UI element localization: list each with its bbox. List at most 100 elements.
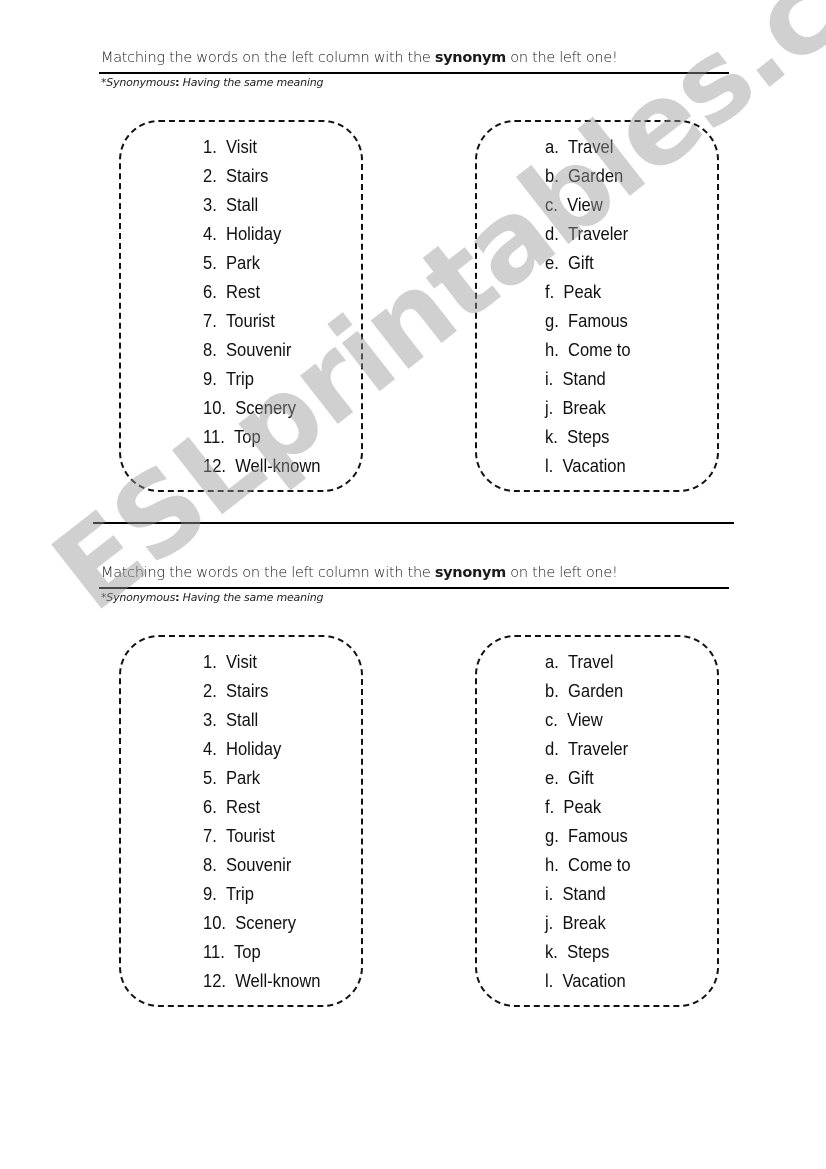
note-term: *Synonymous bbox=[101, 76, 176, 89]
item-number: 7. bbox=[203, 311, 217, 331]
list-item: a. Travel bbox=[545, 135, 631, 164]
item-number: 1. bbox=[203, 652, 217, 672]
item-letter: l. bbox=[545, 971, 554, 991]
worksheet-section-1: Matching the words on the left column wi… bbox=[0, 0, 826, 500]
item-letter: e. bbox=[545, 253, 559, 273]
item-number: 10. bbox=[203, 398, 227, 418]
item-letter: i. bbox=[545, 369, 554, 389]
item-letter: j. bbox=[545, 913, 554, 933]
item-word: Break bbox=[562, 913, 606, 933]
item-word: Traveler bbox=[568, 224, 629, 244]
item-word: Stand bbox=[562, 884, 606, 904]
item-word: Rest bbox=[226, 282, 261, 302]
item-number: 11. bbox=[203, 942, 225, 962]
item-word: Scenery bbox=[235, 913, 296, 933]
list-item: b. Garden bbox=[545, 164, 631, 193]
item-word: Garden bbox=[568, 681, 624, 701]
item-word: Travel bbox=[568, 652, 614, 672]
item-word: Stairs bbox=[226, 166, 269, 186]
list-item: 10. Scenery bbox=[203, 911, 321, 940]
list-item: 12. Well-known bbox=[203, 454, 321, 483]
list-item: 4. Holiday bbox=[203, 222, 321, 251]
item-number: 4. bbox=[203, 739, 217, 759]
item-word: Famous bbox=[568, 826, 628, 846]
list-item: 2. Stairs bbox=[203, 679, 321, 708]
item-word: Break bbox=[562, 398, 606, 418]
worksheet-section-2: Matching the words on the left column wi… bbox=[0, 515, 826, 1015]
item-letter: f. bbox=[545, 282, 555, 302]
item-number: 3. bbox=[203, 195, 217, 215]
item-letter: l. bbox=[545, 456, 554, 476]
item-word: Top bbox=[233, 942, 261, 962]
list-item: 4. Holiday bbox=[203, 737, 321, 766]
list-item: 5. Park bbox=[203, 766, 321, 795]
item-word: Visit bbox=[226, 137, 258, 157]
item-word: Scenery bbox=[235, 398, 296, 418]
item-number: 12. bbox=[203, 971, 227, 991]
list-item: 1. Visit bbox=[203, 650, 321, 679]
instruction-suffix: on the left one! bbox=[505, 565, 618, 581]
worksheet-page: Matching the words on the left column wi… bbox=[0, 0, 826, 1169]
definition-note: *Synonymous: Having the same meaning bbox=[101, 591, 323, 604]
item-word: Stall bbox=[226, 710, 259, 730]
item-letter: c. bbox=[545, 195, 558, 215]
item-letter: g. bbox=[545, 826, 559, 846]
item-word: Peak bbox=[563, 282, 602, 302]
right-word-list: a. Travel b. Garden c. View d. Traveler e. Gi… bbox=[545, 650, 631, 998]
item-letter: d. bbox=[545, 739, 559, 759]
item-word: Park bbox=[226, 768, 261, 788]
item-letter: b. bbox=[545, 166, 559, 186]
item-word: Steps bbox=[567, 942, 610, 962]
item-word: Peak bbox=[563, 797, 602, 817]
list-item: f. Peak bbox=[545, 280, 631, 309]
item-number: 5. bbox=[203, 253, 217, 273]
item-word: Gift bbox=[568, 253, 594, 273]
item-letter: h. bbox=[545, 855, 559, 875]
item-word: Trip bbox=[226, 884, 254, 904]
item-number: 11. bbox=[203, 427, 225, 447]
item-number: 12. bbox=[203, 456, 227, 476]
list-item: f. Peak bbox=[545, 795, 631, 824]
item-word: Come to bbox=[568, 855, 631, 875]
item-letter: a. bbox=[545, 137, 559, 157]
item-number: 2. bbox=[203, 681, 217, 701]
list-item: 11. Top bbox=[203, 940, 321, 969]
list-item: j. Break bbox=[545, 911, 631, 940]
item-word: Top bbox=[233, 427, 261, 447]
item-word: Rest bbox=[226, 797, 261, 817]
list-item: g. Famous bbox=[545, 824, 631, 853]
definition-note: *Synonymous: Having the same meaning bbox=[101, 76, 323, 89]
list-item: l. Vacation bbox=[545, 454, 631, 483]
item-letter: h. bbox=[545, 340, 559, 360]
item-number: 9. bbox=[203, 884, 217, 904]
instruction-keyword: synonym bbox=[434, 565, 506, 581]
list-item: l. Vacation bbox=[545, 969, 631, 998]
list-item: 7. Tourist bbox=[203, 824, 321, 853]
item-number: 8. bbox=[203, 855, 217, 875]
item-number: 6. bbox=[203, 797, 217, 817]
left-word-list: 1. Visit 2. Stairs 3. Stall 4. Holiday 5. Par… bbox=[203, 650, 321, 998]
item-word: Garden bbox=[568, 166, 624, 186]
item-letter: k. bbox=[545, 427, 558, 447]
item-letter: i. bbox=[545, 884, 554, 904]
item-letter: k. bbox=[545, 942, 558, 962]
item-word: Vacation bbox=[562, 971, 626, 991]
item-word: Vacation bbox=[562, 456, 626, 476]
instruction-prefix: Matching the words on the left column wi… bbox=[101, 565, 435, 581]
list-item: i. Stand bbox=[545, 367, 631, 396]
list-item: 1. Visit bbox=[203, 135, 321, 164]
right-word-list: a. Travel b. Garden c. View d. Traveler e. Gi… bbox=[545, 135, 631, 483]
item-word: Well-known bbox=[235, 456, 321, 476]
item-word: Well-known bbox=[235, 971, 321, 991]
item-word: View bbox=[567, 710, 603, 730]
item-number: 3. bbox=[203, 710, 217, 730]
item-number: 2. bbox=[203, 166, 217, 186]
item-number: 6. bbox=[203, 282, 217, 302]
item-letter: b. bbox=[545, 681, 559, 701]
list-item: e. Gift bbox=[545, 766, 631, 795]
list-item: 9. Trip bbox=[203, 367, 321, 396]
item-word: Park bbox=[226, 253, 261, 273]
item-word: Stall bbox=[226, 195, 259, 215]
item-letter: d. bbox=[545, 224, 559, 244]
instruction-prefix: Matching the words on the left column wi… bbox=[101, 50, 435, 66]
